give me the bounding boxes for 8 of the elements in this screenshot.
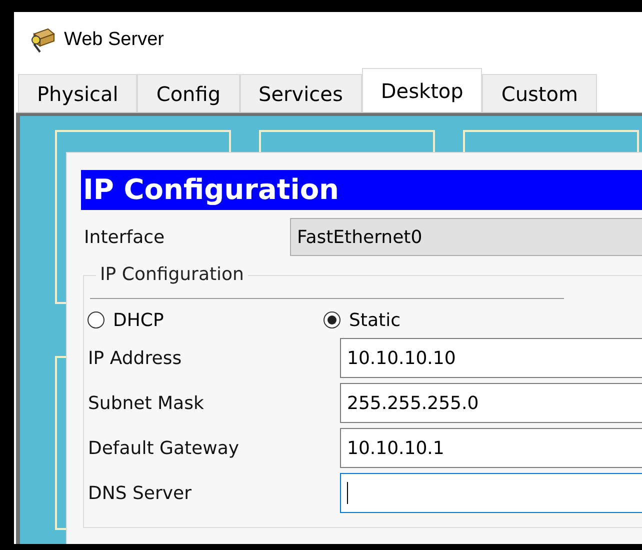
- window-title: Web Server: [64, 29, 164, 51]
- field-label: IP Address: [87, 348, 183, 368]
- field-label: DNS Server: [87, 482, 192, 504]
- field-label: Subnet Mask: [87, 392, 205, 414]
- interface-label: Interface: [83, 226, 166, 248]
- group-legend: IP Configuration: [96, 264, 248, 285]
- dialog-title: IP Configuration: [81, 170, 642, 210]
- field-label: Default Gateway: [87, 438, 240, 458]
